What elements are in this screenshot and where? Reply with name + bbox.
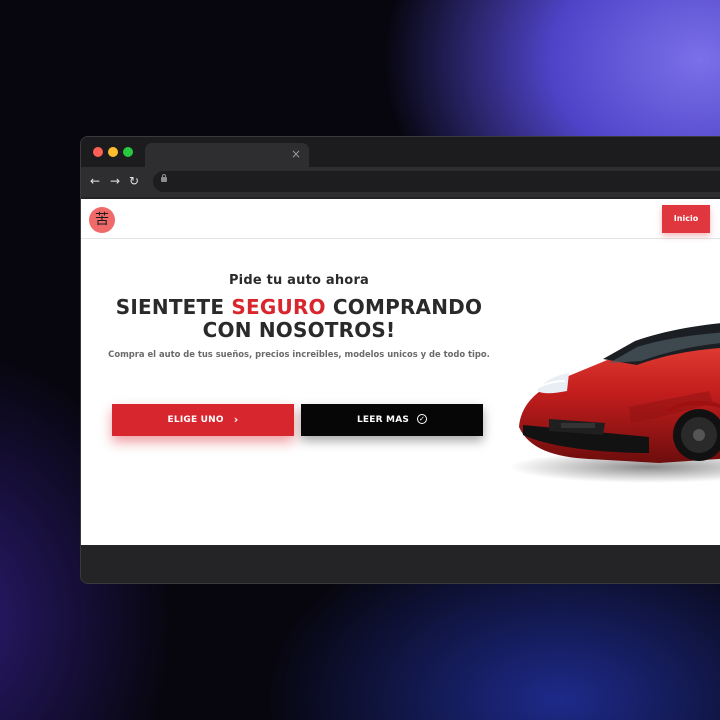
- browser-toolbar: ← → ↻: [81, 167, 720, 197]
- hero-headline: SIENTETE SEGURO COMPRANDO CON NOSOTROS!: [101, 296, 497, 342]
- logo-icon[interactable]: 苦: [89, 207, 115, 233]
- browser-bottom-area: [81, 545, 720, 583]
- headline-part2: COMPRANDO: [325, 295, 483, 319]
- hero-kicker: Pide tu auto ahora: [228, 273, 370, 288]
- maximize-window-button[interactable]: [123, 147, 133, 157]
- leer-mas-button[interactable]: LEER MAS ✓: [301, 404, 483, 436]
- forward-arrow-icon[interactable]: →: [110, 174, 120, 188]
- chevron-right-icon: ›: [233, 413, 239, 426]
- tab-bar: ×: [81, 137, 720, 167]
- inicio-button[interactable]: Inicio: [662, 205, 710, 233]
- elige-uno-button[interactable]: ELIGE UNO ›: [112, 404, 294, 436]
- minimize-window-button[interactable]: [108, 147, 118, 157]
- hero-description: Compra el auto de tus sueños, precios in…: [108, 349, 490, 359]
- browser-tab[interactable]: ×: [145, 143, 309, 167]
- site-header: 苦 Inicio: [81, 199, 720, 239]
- headline-part1: SIENTETE: [115, 295, 232, 319]
- reload-icon[interactable]: ↻: [129, 174, 139, 188]
- headline-accent: SEGURO: [231, 295, 326, 319]
- headline-line2: CON NOSOTROS!: [202, 318, 396, 342]
- browser-window: × ← → ↻ 苦 Inicio Pide tu auto ahora SIEN…: [80, 136, 720, 584]
- address-bar[interactable]: [153, 171, 720, 192]
- check-circle-icon: ✓: [417, 413, 428, 424]
- lock-icon: [161, 174, 167, 182]
- close-window-button[interactable]: [93, 147, 103, 157]
- back-arrow-icon[interactable]: ←: [90, 174, 100, 188]
- tab-close-icon[interactable]: ×: [291, 146, 301, 162]
- sports-car-image: [509, 323, 720, 483]
- page-viewport: 苦 Inicio Pide tu auto ahora SIENTETE SEG…: [81, 199, 720, 545]
- leer-mas-label: LEER MAS: [356, 415, 410, 425]
- elige-uno-label: ELIGE UNO: [167, 415, 224, 425]
- hero-section: Pide tu auto ahora SIENTETE SEGURO COMPR…: [101, 273, 497, 361]
